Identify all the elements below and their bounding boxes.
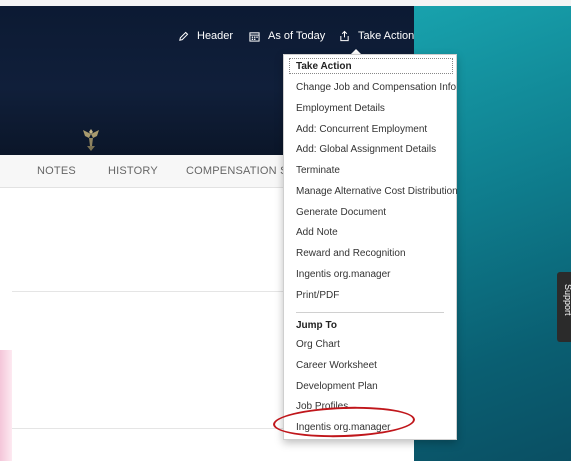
menu-item-terminate[interactable]: Terminate — [296, 165, 340, 176]
menu-item-add-note[interactable]: Add Note — [296, 227, 338, 238]
tab-notes[interactable]: NOTES — [37, 165, 76, 177]
support-tab[interactable]: Support — [557, 272, 571, 342]
pencil-icon — [179, 31, 189, 41]
tab-history[interactable]: HISTORY — [108, 165, 158, 177]
menu-title: Take Action — [289, 58, 453, 74]
take-action-label: Take Action — [358, 30, 415, 42]
jump-to-title: Jump To — [296, 320, 337, 331]
menu-separator — [296, 312, 444, 313]
calendar-icon — [249, 31, 260, 42]
eagle-emblem-icon — [83, 129, 99, 151]
menu-item-generate-document[interactable]: Generate Document — [296, 207, 386, 218]
jump-item-development-plan[interactable]: Development Plan — [296, 381, 378, 392]
take-action-button[interactable]: Take Action — [339, 26, 414, 46]
left-accent — [0, 350, 12, 461]
menu-item-reward-recognition[interactable]: Reward and Recognition — [296, 248, 406, 259]
menu-item-manage-alt-cost[interactable]: Manage Alternative Cost Distribution — [296, 186, 458, 197]
share-icon — [340, 30, 349, 42]
as-of-today-label: As of Today — [268, 30, 326, 42]
menu-item-employment-details[interactable]: Employment Details — [296, 103, 385, 114]
menu-item-change-job[interactable]: Change Job and Compensation Info — [296, 82, 456, 93]
jump-item-org-chart[interactable]: Org Chart — [296, 339, 340, 350]
header-button-label: Header — [197, 30, 234, 42]
as-of-today-button[interactable]: As of Today — [249, 26, 325, 46]
take-action-menu: Take Action Change Job and Compensation … — [283, 54, 458, 440]
menu-item-add-concurrent-employment[interactable]: Add: Concurrent Employment — [296, 124, 427, 135]
menu-item-ingentis-org-manager[interactable]: Ingentis org.manager — [296, 269, 391, 280]
jump-item-career-worksheet[interactable]: Career Worksheet — [296, 360, 377, 371]
menu-item-add-global-assignment[interactable]: Add: Global Assignment Details — [296, 144, 436, 155]
support-label: Support — [563, 284, 571, 316]
menu-item-print-pdf[interactable]: Print/PDF — [296, 290, 339, 301]
header-button[interactable]: Header — [178, 26, 233, 46]
